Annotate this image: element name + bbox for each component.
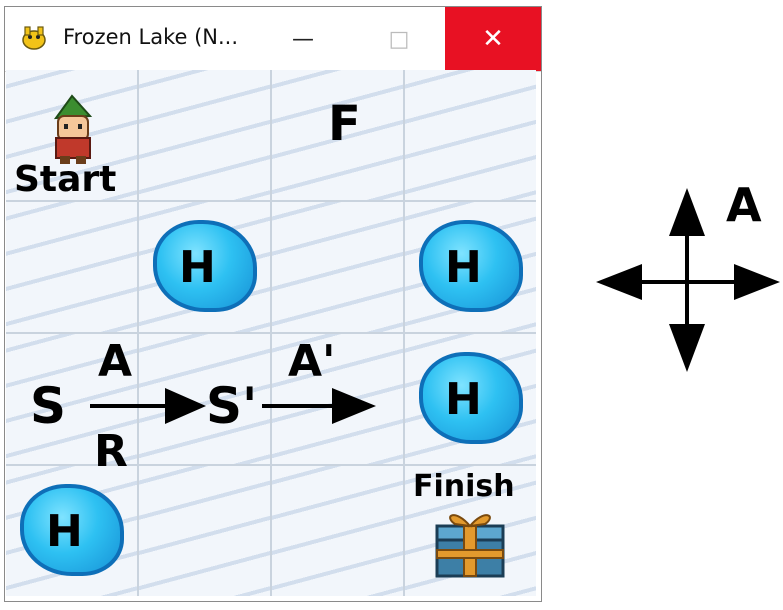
- start-label: Start: [14, 159, 117, 200]
- title-bar[interactable]: Frozen Lake (N... — □ ✕: [5, 7, 541, 72]
- cell-ice: [139, 334, 270, 464]
- cell-ice: [6, 334, 137, 464]
- maximize-icon: □: [388, 26, 410, 52]
- cell-ice: [272, 334, 403, 464]
- hole-label: H: [179, 242, 216, 293]
- cell-hole: H: [139, 202, 270, 332]
- cell-hole: H: [405, 334, 536, 464]
- cell-hole: H: [405, 202, 536, 332]
- cell-ice: [6, 202, 137, 332]
- legend-action-label: A: [726, 178, 762, 232]
- maximize-button[interactable]: □: [351, 7, 447, 71]
- minimize-button[interactable]: —: [255, 7, 351, 71]
- frozen-lake-grid: Start F H H H H Finish: [6, 70, 536, 596]
- close-icon: ✕: [482, 24, 504, 54]
- cell-start: Start: [6, 70, 137, 200]
- elf-player-icon: [53, 94, 93, 164]
- gift-box-icon: [435, 514, 505, 578]
- pygame-snake-icon: [22, 26, 46, 50]
- hole-label: H: [46, 506, 83, 557]
- cell-ice: [139, 466, 270, 596]
- frozen-label: F: [328, 96, 361, 152]
- hole-label: H: [445, 242, 482, 293]
- cell-ice: [405, 70, 536, 200]
- cell-ice: [272, 202, 403, 332]
- cell-hole: H: [6, 466, 137, 596]
- cell-finish: Finish: [405, 466, 536, 596]
- cell-frozen: F: [272, 70, 403, 200]
- close-button[interactable]: ✕: [445, 7, 541, 71]
- hole-label: H: [445, 374, 482, 425]
- finish-label: Finish: [413, 469, 515, 504]
- cell-ice: [139, 70, 270, 200]
- cell-ice: [272, 466, 403, 596]
- minimize-icon: —: [292, 26, 314, 52]
- action-legend: A: [592, 178, 782, 378]
- window-title: Frozen Lake (N...: [63, 25, 239, 49]
